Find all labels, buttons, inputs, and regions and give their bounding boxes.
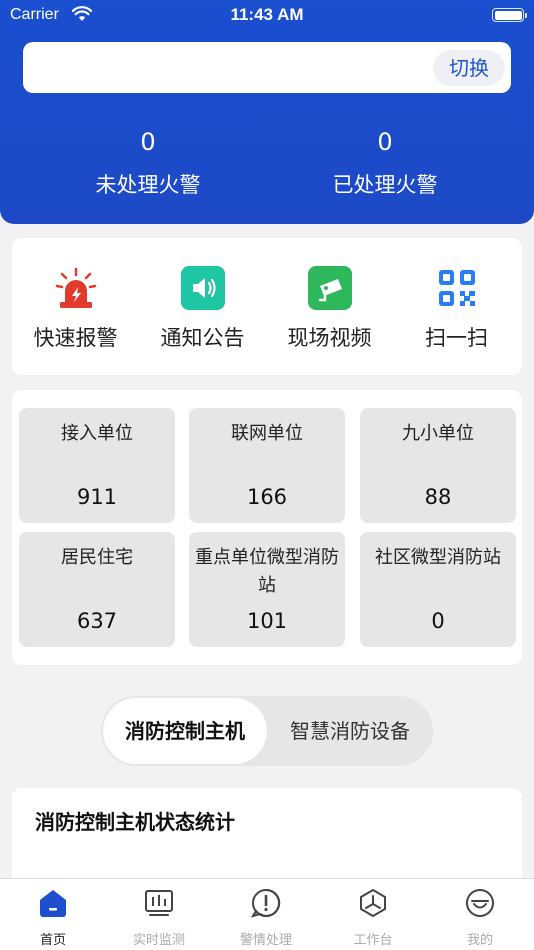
tab-home-label: 首页 <box>39 933 66 948</box>
quick-alarm-label: 快速报警 <box>33 326 118 350</box>
battery-icon <box>492 8 527 22</box>
processed-alarm-stat[interactable]: 0 已处理火警 <box>285 126 485 200</box>
stat-community-fire-stations-label: 社区微型消防站 <box>375 547 501 568</box>
clock: 11:43 AM <box>230 5 304 24</box>
live-video-button[interactable]: 现场视频 <box>266 266 393 352</box>
quick-actions-card: 快速报警 通知公告 现场视频 扫一扫 <box>12 238 522 375</box>
stat-nine-small-units[interactable]: 九小单位 88 <box>360 408 516 523</box>
status-bar: Carrier 11:43 AM <box>0 0 534 30</box>
stat-nine-small-units-label: 九小单位 <box>402 423 474 444</box>
profile-icon <box>466 889 494 917</box>
header-banner: Carrier 11:43 AM 切换 0 未处理火警 0 已处理火警 <box>0 0 534 224</box>
scan-label: 扫一扫 <box>425 326 488 350</box>
quick-alarm-button[interactable]: 快速报警 <box>12 266 139 352</box>
unprocessed-alarm-stat[interactable]: 0 未处理火警 <box>48 126 248 200</box>
stat-access-units-label: 接入单位 <box>61 423 133 444</box>
tab-bar: 首页 实时监测 警情处理 工作台 我的 <box>0 878 534 950</box>
tab-incidents[interactable]: 警情处理 <box>213 887 319 948</box>
stat-key-unit-fire-stations[interactable]: 重点单位微型消防站 101 <box>189 532 345 647</box>
notice-label: 通知公告 <box>160 326 245 350</box>
stat-community-fire-stations[interactable]: 社区微型消防站 0 <box>360 532 516 647</box>
alarm-light-icon <box>54 266 98 310</box>
home-icon <box>40 890 66 917</box>
camera-icon <box>307 266 352 310</box>
monitor-icon <box>145 890 173 916</box>
stat-key-unit-fire-stations-label: 重点单位微型消防站 <box>195 547 339 596</box>
tab-profile-label: 我的 <box>466 933 493 948</box>
search-input[interactable]: 切换 <box>23 42 511 93</box>
live-video-label: 现场视频 <box>287 326 372 350</box>
stat-access-units[interactable]: 接入单位 911 <box>19 408 175 523</box>
tab-workbench-label: 工作台 <box>353 933 393 948</box>
tab-profile[interactable]: 我的 <box>427 887 533 948</box>
host-status-card: 消防控制主机状态统计 <box>12 788 522 888</box>
tab-monitoring[interactable]: 实时监测 <box>106 887 212 948</box>
qr-code-icon <box>435 266 479 310</box>
stat-networked-units-label: 联网单位 <box>231 423 303 444</box>
stat-key-unit-fire-stations-value: 101 <box>246 609 288 633</box>
host-status-title: 消防控制主机状态统计 <box>35 810 235 834</box>
scan-button[interactable]: 扫一扫 <box>393 266 520 352</box>
workbench-icon <box>360 889 386 917</box>
unprocessed-alarm-count: 0 <box>140 128 156 156</box>
stat-access-units-value: 911 <box>76 485 118 509</box>
stat-residential[interactable]: 居民住宅 637 <box>19 532 175 647</box>
device-type-segmented-control: 消防控制主机 智慧消防设备 <box>101 696 433 766</box>
stat-networked-units[interactable]: 联网单位 166 <box>189 408 345 523</box>
segment-fire-control-host[interactable]: 消防控制主机 <box>103 698 267 764</box>
stat-residential-value: 637 <box>76 609 118 633</box>
processed-alarm-count: 0 <box>377 128 393 156</box>
stat-networked-units-value: 166 <box>246 485 288 509</box>
tab-monitoring-label: 实时监测 <box>132 933 185 948</box>
processed-alarm-label: 已处理火警 <box>332 173 438 197</box>
segment-smart-fire-devices[interactable]: 智慧消防设备 <box>269 698 431 764</box>
unprocessed-alarm-label: 未处理火警 <box>95 173 201 197</box>
speaker-icon <box>180 266 225 310</box>
alert-icon <box>250 888 281 918</box>
stat-community-fire-stations-value: 0 <box>431 609 445 633</box>
switch-button[interactable]: 切换 <box>433 50 505 86</box>
unit-stats-card: 接入单位 911 联网单位 166 九小单位 88 居民住宅 637 重点单位微… <box>12 390 522 665</box>
stat-residential-label: 居民住宅 <box>61 547 133 568</box>
notice-button[interactable]: 通知公告 <box>139 266 266 352</box>
stat-nine-small-units-value: 88 <box>424 485 452 509</box>
tab-home[interactable]: 首页 <box>0 887 106 948</box>
tab-workbench[interactable]: 工作台 <box>320 887 426 948</box>
tab-incidents-label: 警情处理 <box>239 933 292 948</box>
